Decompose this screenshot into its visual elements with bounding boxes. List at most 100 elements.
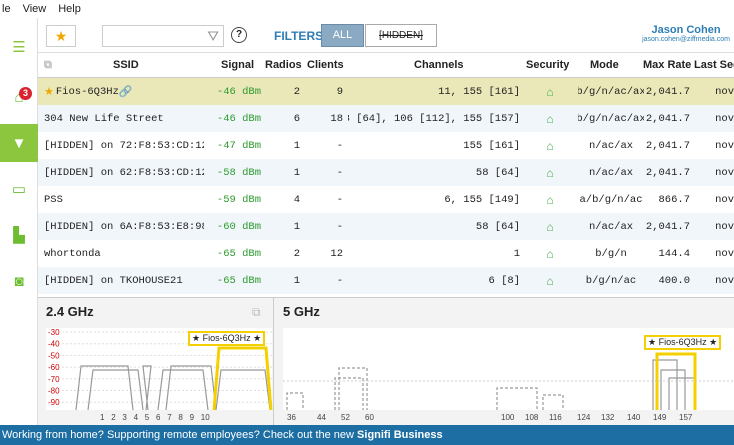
menu-view[interactable]: View	[21, 3, 49, 15]
cell-signal: -58 dBm	[216, 166, 261, 179]
cell-mode: b/g/n/ac	[585, 274, 637, 287]
cell-clients: -	[336, 166, 343, 179]
x-tick-label: 1	[100, 413, 105, 422]
col-signal[interactable]: Signal	[221, 53, 254, 77]
x-tick-label: 108	[525, 413, 539, 422]
filter-icon[interactable]: ⛛	[207, 28, 219, 45]
search-input[interactable]: ⛛	[102, 25, 224, 47]
user-account[interactable]: Jason Cohen jason.cohen@ziffmedia.com	[642, 24, 730, 43]
filters-label: FILTERS:	[274, 29, 328, 43]
laptop-icon: ▭	[11, 181, 27, 198]
table-row[interactable]: 304 New Life Street -46 dBm 6 18 1, 58 [64],…	[38, 105, 734, 132]
cell-radios: 6	[293, 112, 300, 125]
col-mode[interactable]: Mode	[590, 53, 619, 77]
col-lastseen[interactable]: Last See	[694, 53, 734, 77]
ssid-text: Fios-6Q3Hz	[55, 85, 119, 98]
star-icon: ★	[54, 28, 68, 44]
lock-icon: ⌂	[546, 111, 554, 126]
sidebar-item-home[interactable]: ⌂ 3	[0, 78, 38, 116]
footer-link[interactable]: Signifi Business	[357, 429, 443, 441]
col-channels[interactable]: Channels	[414, 53, 464, 77]
filter-hidden-button[interactable]: [HIDDEN]	[365, 24, 437, 47]
cell-clients: -	[336, 220, 343, 233]
legend-2-4ghz: ★ Fios-6Q3Hz ★	[188, 331, 266, 346]
cell-maxrate: 866.7	[658, 193, 690, 206]
wifi-icon: ▼	[11, 134, 27, 152]
lock-icon: ⌂	[546, 84, 554, 99]
col-clients[interactable]: Clients	[307, 53, 344, 77]
menu-file[interactable]: le	[0, 3, 13, 15]
table-row[interactable]: PSS -59 dBm 4 - 6, 155 [149] a/b/g/n/ac 866.7 n…	[38, 186, 734, 213]
cell-mode: a/b/g/n/ac	[579, 193, 643, 206]
table-row[interactable]: [HIDDEN] on 6A:F8:53:E8:98 -60 dBm 1 - 58 [6…	[38, 213, 734, 240]
copy-icon[interactable]: ⧉	[44, 53, 52, 77]
cell-ssid: 304 New Life Street	[44, 112, 164, 125]
table-row[interactable]: whortonda -65 dBm 2 12 1 b/g/n 144.4 nov ⌂	[38, 240, 734, 267]
cell-mode: n/ac/ax	[588, 166, 634, 179]
cell-radios: 2	[293, 247, 300, 260]
col-ssid[interactable]: SSID	[113, 53, 139, 77]
x-tick-label: 2	[111, 413, 116, 422]
x-tick-label: 4	[134, 413, 139, 422]
cell-ssid: whortonda	[44, 247, 101, 260]
cell-signal: -47 dBm	[216, 139, 261, 152]
user-email: jason.cohen@ziffmedia.com	[642, 36, 730, 43]
x-tick-label: 3	[122, 413, 127, 422]
col-maxrate[interactable]: Max Rate	[643, 53, 691, 77]
cell-channels: 11, 155 [161]	[438, 85, 520, 98]
y-tick-label: -80	[48, 387, 60, 396]
table-header: ⧉ SSID Signal Radios Clients Channels Se…	[38, 53, 734, 78]
x-tick-label: 9	[190, 413, 195, 422]
sidebar: ☰ ⌂ 3 ▼ ▭ ▙ ◙	[0, 18, 38, 425]
cell-channels: 1	[513, 247, 520, 260]
table-row[interactable]: [HIDDEN] on 72:F8:53:CD:12 -47 dBm 1 - 155 […	[38, 132, 734, 159]
cell-mode: b/g/n	[595, 247, 627, 260]
cell-signal: -65 dBm	[216, 274, 261, 287]
x-tick-label: 44	[317, 413, 326, 422]
sidebar-item-devices[interactable]: ▭	[0, 170, 38, 208]
x-tick-label: 124	[577, 413, 591, 422]
alert-badge: 3	[19, 87, 32, 100]
hamburger-menu-icon[interactable]: ☰	[0, 28, 38, 66]
lock-icon: ⌂	[546, 219, 554, 234]
cell-ssid: [HIDDEN] on TKOHOUSE21	[44, 274, 183, 287]
favorites-button[interactable]: ★	[46, 25, 76, 47]
x-tick-label: 149	[653, 413, 667, 422]
table-row[interactable]: [HIDDEN] on TKOHOUSE21 -65 dBm 1 - 6 [8] b/g/…	[38, 267, 734, 294]
x-tick-label: 6	[156, 413, 161, 422]
menu-help[interactable]: Help	[56, 3, 83, 15]
cell-ssid: PSS	[44, 193, 63, 206]
cell-mode: n/ac/ax	[588, 220, 634, 233]
x-tick-label: 60	[365, 413, 374, 422]
cell-maxrate: 400.0	[658, 274, 690, 287]
cell-channels: 6, 155 [149]	[444, 193, 520, 206]
sidebar-item-camera[interactable]: ◙	[0, 262, 38, 300]
camera-icon: ◙	[14, 272, 24, 290]
lock-icon: ⌂	[546, 192, 554, 207]
star-icon[interactable]: ★	[44, 85, 54, 98]
cell-lastseen: nov	[715, 274, 734, 287]
user-name: Jason Cohen	[651, 24, 721, 36]
sidebar-item-building[interactable]: ▙	[0, 216, 38, 254]
cell-ssid: [HIDDEN] on 6A:F8:53:E8:98	[44, 220, 204, 233]
legend-5ghz: ★ Fios-6Q3Hz ★	[644, 335, 722, 350]
cell-channels: 1, 58 [64], 106 [112], 155 [157]	[348, 112, 520, 125]
x-tick-label: 7	[167, 413, 172, 422]
col-security[interactable]: Security	[526, 53, 569, 77]
cell-signal: -46 dBm	[216, 85, 261, 98]
cell-clients: -	[336, 274, 343, 287]
cell-lastseen: nov	[715, 139, 734, 152]
x-tick-label: 5	[145, 413, 150, 422]
sidebar-item-networks[interactable]: ▼	[0, 124, 38, 162]
filter-all-button[interactable]: ALL	[321, 24, 364, 47]
link-icon[interactable]: 🔗	[119, 85, 133, 98]
toolbar: ★ ⛛ ? FILTERS: ALL [HIDDEN] Jason Cohen …	[38, 18, 734, 53]
cell-lastseen: nov	[715, 85, 734, 98]
x-tick-label: 52	[341, 413, 350, 422]
table-row[interactable]: ★ Fios-6Q3Hz 🔗 -46 dBm 2 9 11, 155 [161] b/g/n…	[38, 78, 734, 105]
y-tick-label: -70	[48, 375, 60, 384]
col-radios[interactable]: Radios	[265, 53, 302, 77]
table-row[interactable]: [HIDDEN] on 62:F8:53:CD:12 -58 dBm 1 - 58 [6…	[38, 159, 734, 186]
help-icon[interactable]: ?	[231, 27, 247, 43]
cell-radios: 1	[293, 220, 300, 233]
